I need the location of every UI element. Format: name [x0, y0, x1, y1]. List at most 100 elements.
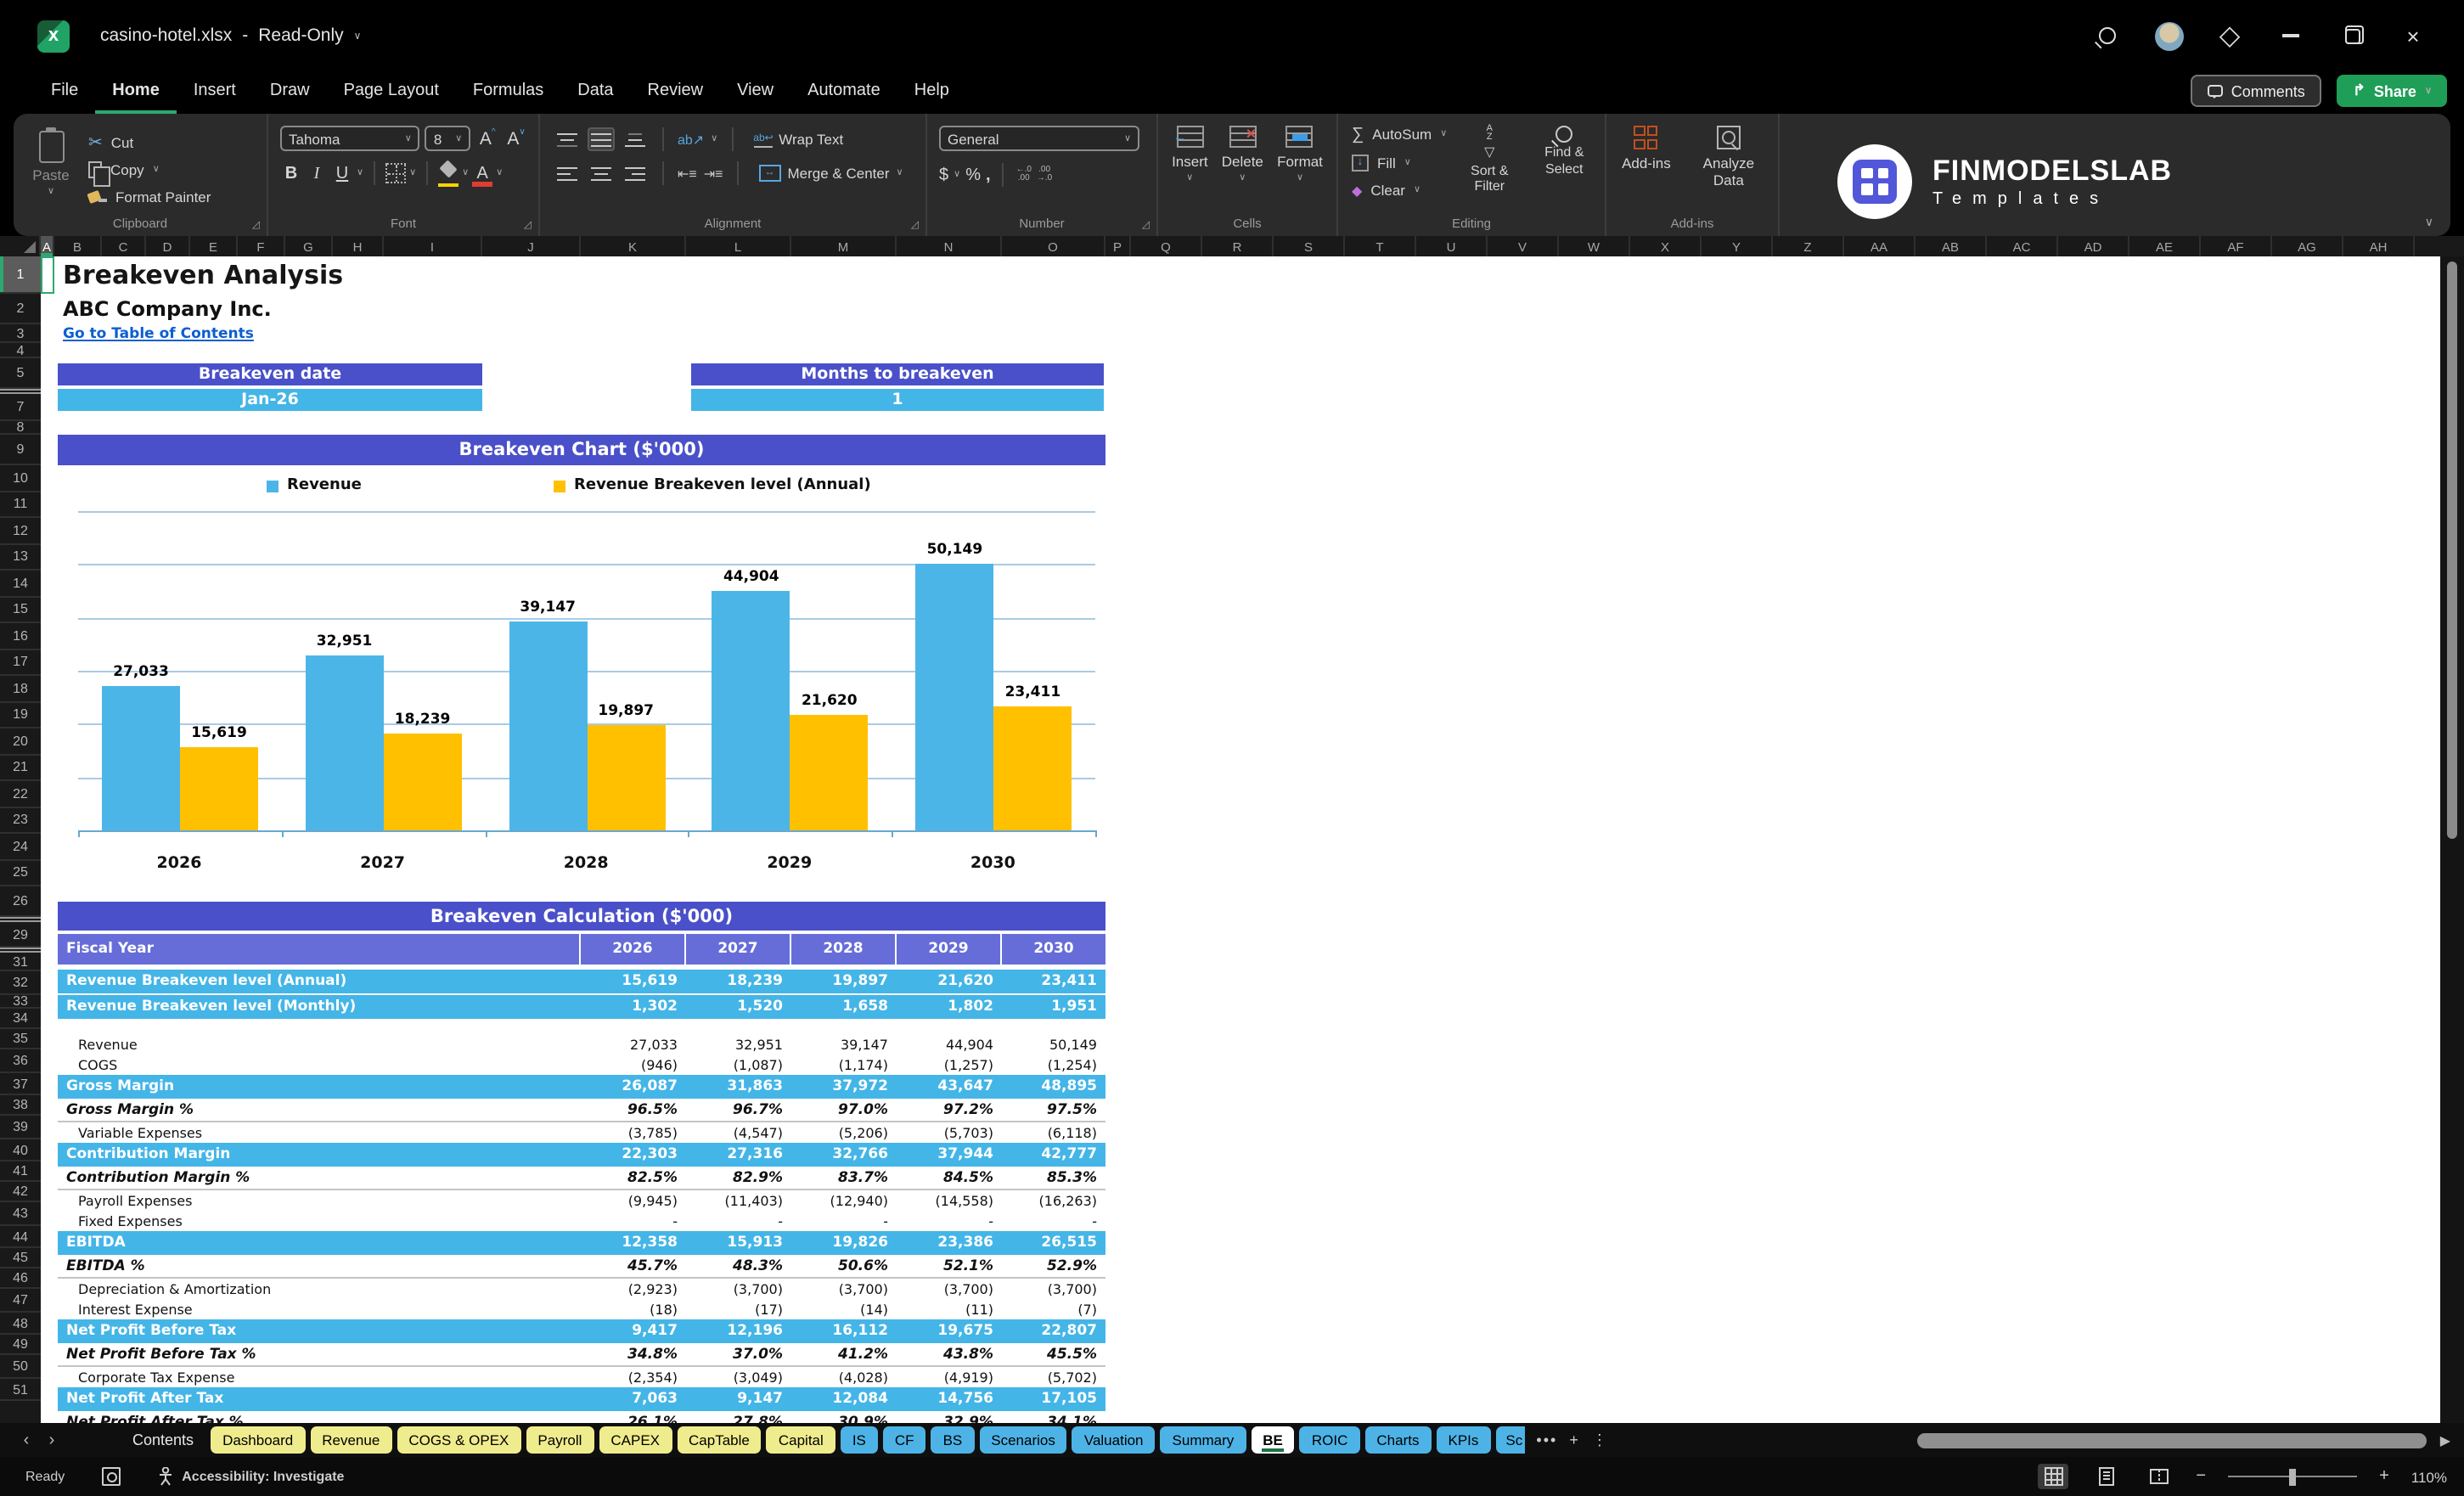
column-header-A[interactable]: A — [41, 236, 54, 256]
underline-button[interactable]: U — [331, 164, 353, 183]
column-header-AB[interactable]: AB — [1916, 236, 1987, 256]
zoom-out-button[interactable]: − — [2196, 1467, 2206, 1486]
column-header-G[interactable]: G — [285, 236, 333, 256]
font-color-icon[interactable]: A — [472, 164, 493, 186]
cell-value[interactable]: - — [686, 1211, 791, 1231]
share-button[interactable]: ↱ Share ∨ — [2337, 75, 2447, 107]
column-header-B[interactable]: B — [54, 236, 102, 256]
cell-value[interactable]: 15,619 — [581, 970, 686, 993]
column-header-J[interactable]: J — [482, 236, 581, 256]
row-header-40[interactable]: 40 — [0, 1139, 41, 1161]
cell-value[interactable]: (2,354) — [581, 1367, 686, 1387]
cell-value[interactable]: 22,807 — [1002, 1319, 1105, 1343]
cell-value[interactable]: 15,913 — [686, 1231, 791, 1255]
column-header-AD[interactable]: AD — [2058, 236, 2129, 256]
cell-value[interactable]: - — [791, 1211, 897, 1231]
bar-breakeven-2026[interactable] — [180, 747, 258, 830]
row-header-18[interactable]: 18 — [0, 676, 41, 702]
cell-value[interactable]: 32,766 — [791, 1143, 897, 1167]
column-header-D[interactable]: D — [146, 236, 190, 256]
cell-value[interactable]: (3,700) — [791, 1279, 897, 1299]
bar-breakeven-2028[interactable] — [587, 724, 666, 830]
row-header-20[interactable]: 20 — [0, 728, 41, 755]
row-header-33[interactable]: 33 — [0, 993, 41, 1009]
cell-value[interactable]: 2027 — [686, 934, 791, 965]
bar-breakeven-2027[interactable] — [383, 733, 462, 830]
row-header-50[interactable]: 50 — [0, 1355, 41, 1379]
cell-value[interactable]: 34.8% — [581, 1345, 686, 1365]
table-row[interactable]: Corporate Tax Expense (2,354) (3,049) (4,02… — [58, 1367, 1105, 1387]
increase-decimal-button[interactable]: ←.0.00 — [1016, 166, 1032, 183]
borders-icon[interactable] — [385, 163, 407, 183]
table-row[interactable]: Contribution Margin % 82.5% 82.9% 83.7% 84.5… — [58, 1168, 1105, 1190]
cell-value[interactable]: 82.5% — [581, 1168, 686, 1189]
cell-value[interactable]: 23,386 — [897, 1231, 1002, 1255]
menu-tab-help[interactable]: Help — [897, 71, 966, 114]
column-header-S[interactable]: S — [1274, 236, 1345, 256]
sheet-canvas[interactable]: Breakeven Analysis ABC Company Inc. Go t… — [41, 256, 2440, 1423]
cell-value[interactable]: 27,033 — [581, 1034, 686, 1055]
sheet-tab-scenarios[interactable]: Scenarios — [979, 1426, 1067, 1454]
cell-value[interactable]: 12,196 — [686, 1319, 791, 1343]
cell-value[interactable]: 50,149 — [1002, 1034, 1105, 1055]
merge-center-button[interactable]: ↔ Merge & Center ∨ — [758, 165, 903, 182]
row-header-13[interactable]: 13 — [0, 544, 41, 571]
page-break-view-button[interactable] — [2143, 1464, 2174, 1489]
table-of-contents-link[interactable]: Go to Table of Contents — [63, 326, 254, 343]
sheet-tab-capital[interactable]: Capital — [766, 1426, 835, 1454]
cell-value[interactable]: 27,316 — [686, 1143, 791, 1167]
fill-button[interactable]: ↓ Fill ∨ — [1352, 152, 1447, 172]
table-row[interactable]: Gross Margin 26,087 31,863 37,972 43,647 48,8… — [58, 1075, 1105, 1099]
cell-value[interactable]: 97.0% — [791, 1100, 897, 1121]
column-header-L[interactable]: L — [686, 236, 791, 256]
tab-contents[interactable]: Contents — [132, 1431, 194, 1448]
row-header-25[interactable]: 25 — [0, 860, 41, 886]
row-header-11[interactable]: 11 — [0, 492, 41, 518]
cell-value[interactable]: (6,118) — [1002, 1122, 1105, 1143]
bar-revenue-2027[interactable] — [305, 655, 384, 830]
cut-button[interactable]: ✂ Cut — [88, 132, 211, 153]
table-row[interactable]: Interest Expense (18) (17) (14) (11) (7) — [58, 1299, 1105, 1319]
column-header-AE[interactable]: AE — [2129, 236, 2201, 256]
table-row[interactable]: Payroll Expenses (9,945) (11,403) (12,940)(… — [58, 1190, 1105, 1211]
cell-value[interactable]: (4,028) — [791, 1367, 897, 1387]
align-middle-button[interactable] — [588, 127, 615, 151]
cell-value[interactable]: 12,358 — [581, 1231, 686, 1255]
menu-tab-view[interactable]: View — [720, 71, 790, 114]
cell-value[interactable]: (14,558) — [897, 1190, 1002, 1211]
horizontal-scrollbar[interactable] — [1917, 1432, 2427, 1448]
row-header-5[interactable]: 5 — [0, 358, 41, 389]
align-center-button[interactable] — [588, 161, 615, 185]
cell-value[interactable]: 84.5% — [897, 1168, 1002, 1189]
row-header-16[interactable]: 16 — [0, 623, 41, 650]
cell-value[interactable]: 39,147 — [791, 1034, 897, 1055]
menu-tab-formulas[interactable]: Formulas — [456, 71, 560, 114]
menu-tab-home[interactable]: Home — [95, 71, 177, 114]
row-header-23[interactable]: 23 — [0, 807, 41, 834]
row-header-1[interactable]: 1 — [0, 256, 41, 294]
table-row[interactable]: EBITDA 12,358 15,913 19,826 23,386 26,515 — [58, 1231, 1105, 1255]
cell-value[interactable]: 37,944 — [897, 1143, 1002, 1167]
cell-value[interactable]: (9,945) — [581, 1190, 686, 1211]
sheet-tab-sc[interactable]: Sc — [1495, 1426, 1525, 1454]
comma-format-button[interactable]: , — [986, 166, 991, 184]
sheet-tab-capex[interactable]: CAPEX — [599, 1426, 672, 1454]
fill-color-icon[interactable] — [438, 163, 459, 187]
column-header-U[interactable]: U — [1416, 236, 1488, 256]
cell-value[interactable]: 50.6% — [791, 1257, 897, 1277]
sheet-tab-revenue[interactable]: Revenue — [310, 1426, 392, 1454]
autosum-button[interactable]: ∑ AutoSum ∨ — [1352, 124, 1447, 144]
table-row[interactable]: Net Profit After Tax 7,063 9,147 12,084 14,7… — [58, 1387, 1105, 1411]
cell-value[interactable]: 43.8% — [897, 1345, 1002, 1365]
fiscal-year-header[interactable]: Fiscal Year 2026 2027 2028 2029 2030 — [58, 934, 1105, 965]
row-header-19[interactable]: 19 — [0, 702, 41, 728]
menu-tab-draw[interactable]: Draw — [253, 71, 327, 114]
cell-value[interactable]: 97.5% — [1002, 1100, 1105, 1121]
table-row[interactable]: Net Profit After Tax % 26.1% 27.8% 30.9% 32.… — [58, 1413, 1105, 1423]
bar-revenue-2026[interactable] — [102, 686, 180, 830]
cell-value[interactable]: (1,087) — [686, 1055, 791, 1075]
row-header-42[interactable]: 42 — [0, 1182, 41, 1202]
cell-value[interactable]: (12,940) — [791, 1190, 897, 1211]
chevron-down-icon[interactable]: ∨ — [462, 168, 469, 178]
column-header-W[interactable]: W — [1559, 236, 1630, 256]
